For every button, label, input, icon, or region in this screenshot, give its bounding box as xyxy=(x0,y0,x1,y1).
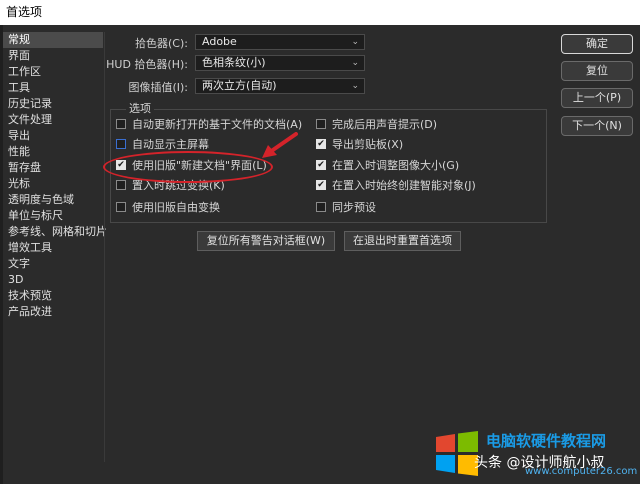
next-button[interactable]: 下一个(N) xyxy=(561,116,633,136)
checkbox-box xyxy=(116,180,126,190)
sidebar-item-export[interactable]: 导出 xyxy=(3,128,103,144)
checkbox-box xyxy=(116,202,126,212)
ok-button[interactable]: 确定 xyxy=(561,34,633,54)
color-picker-select[interactable]: Adobe ⌄ xyxy=(195,34,365,50)
checkbox-label: 同步预设 xyxy=(332,201,376,214)
window-title: 首选项 xyxy=(0,0,640,25)
interpolation-label: 图像插值(I): xyxy=(128,81,188,94)
watermark-url: www.computer26.com xyxy=(525,466,638,477)
chevron-down-icon: ⌄ xyxy=(351,81,359,91)
sync-presets-checkbox[interactable]: 同步预设 xyxy=(316,200,376,216)
checkbox-label: 使用旧版自由变换 xyxy=(132,201,220,214)
checkbox-box xyxy=(116,119,126,129)
checkbox-box xyxy=(116,139,126,149)
checkbox-label: 完成后用声音提示(D) xyxy=(332,118,438,131)
chevron-down-icon: ⌄ xyxy=(351,37,359,47)
highlight-oval xyxy=(103,151,273,183)
color-picker-value: Adobe xyxy=(202,35,237,48)
sidebar-item-units[interactable]: 单位与标尺 xyxy=(3,208,103,224)
watermark-title: 电脑软硬件教程网 xyxy=(486,432,607,450)
export-clipboard-checkbox[interactable]: ✔ 导出剪贴板(X) xyxy=(316,137,403,153)
sidebar-item-transparency[interactable]: 透明度与色域 xyxy=(3,192,103,208)
category-sidebar: 常规 界面 工作区 工具 历史记录 文件处理 导出 性能 暂存盘 光标 透明度与… xyxy=(3,32,107,472)
resize-on-place-checkbox[interactable]: ✔ 在置入时调整图像大小(G) xyxy=(316,158,459,174)
reset-warnings-button[interactable]: 复位所有警告对话框(W) xyxy=(197,231,335,251)
sidebar-item-history[interactable]: 历史记录 xyxy=(3,96,103,112)
sidebar-item-product-improvement[interactable]: 产品改进 xyxy=(3,304,103,320)
checkbox-label: 在置入时始终创建智能对象(J) xyxy=(332,179,476,192)
hud-picker-value: 色相条纹(小) xyxy=(202,56,266,69)
reset-button[interactable]: 复位 xyxy=(561,61,633,81)
chevron-down-icon: ⌄ xyxy=(351,58,359,68)
sidebar-item-3d[interactable]: 3D xyxy=(3,272,103,288)
watermark: 电脑软硬件教程网 头条 @设计师航小叔 www.computer26.com xyxy=(430,428,640,484)
check-icon: ✔ xyxy=(316,160,326,170)
checkbox-label: 自动更新打开的基于文件的文档(A) xyxy=(132,118,303,131)
reset-on-quit-button[interactable]: 在退出时重置首选项 xyxy=(344,231,461,251)
smart-object-checkbox[interactable]: ✔ 在置入时始终创建智能对象(J) xyxy=(316,178,476,194)
hud-picker-label: HUD 拾色器(H): xyxy=(106,58,188,71)
sidebar-divider xyxy=(104,32,105,462)
color-picker-label: 拾色器(C): xyxy=(135,37,188,50)
arrow-icon xyxy=(262,132,298,158)
check-icon: ✔ xyxy=(316,139,326,149)
sidebar-item-scratch-disks[interactable]: 暂存盘 xyxy=(3,160,103,176)
checkbox-label: 在置入时调整图像大小(G) xyxy=(332,159,460,172)
interpolation-value: 两次立方(自动) xyxy=(202,79,277,92)
sidebar-item-performance[interactable]: 性能 xyxy=(3,144,103,160)
beep-when-done-checkbox[interactable]: 完成后用声音提示(D) xyxy=(316,117,437,133)
checkbox-box xyxy=(316,119,326,129)
hud-picker-select[interactable]: 色相条纹(小) ⌄ xyxy=(195,55,365,71)
interpolation-select[interactable]: 两次立方(自动) ⌄ xyxy=(195,78,365,94)
sidebar-item-cursors[interactable]: 光标 xyxy=(3,176,103,192)
sidebar-item-guides[interactable]: 参考线、网格和切片 xyxy=(3,224,107,240)
checkbox-label: 导出剪贴板(X) xyxy=(332,138,404,151)
sidebar-item-plugins[interactable]: 增效工具 xyxy=(3,240,103,256)
legacy-free-transform-checkbox[interactable]: 使用旧版自由变换 xyxy=(116,200,220,216)
auto-update-docs-checkbox[interactable]: 自动更新打开的基于文件的文档(A) xyxy=(116,117,302,133)
sidebar-item-tech-preview[interactable]: 技术预览 xyxy=(3,288,103,304)
options-group-title: 选项 xyxy=(126,100,154,116)
sidebar-item-type[interactable]: 文字 xyxy=(3,256,103,272)
checkbox-label: 自动显示主屏幕 xyxy=(132,138,209,151)
checkbox-box xyxy=(316,202,326,212)
sidebar-item-file-handling[interactable]: 文件处理 xyxy=(3,112,103,128)
check-icon: ✔ xyxy=(316,180,326,190)
prev-button[interactable]: 上一个(P) xyxy=(561,88,633,108)
